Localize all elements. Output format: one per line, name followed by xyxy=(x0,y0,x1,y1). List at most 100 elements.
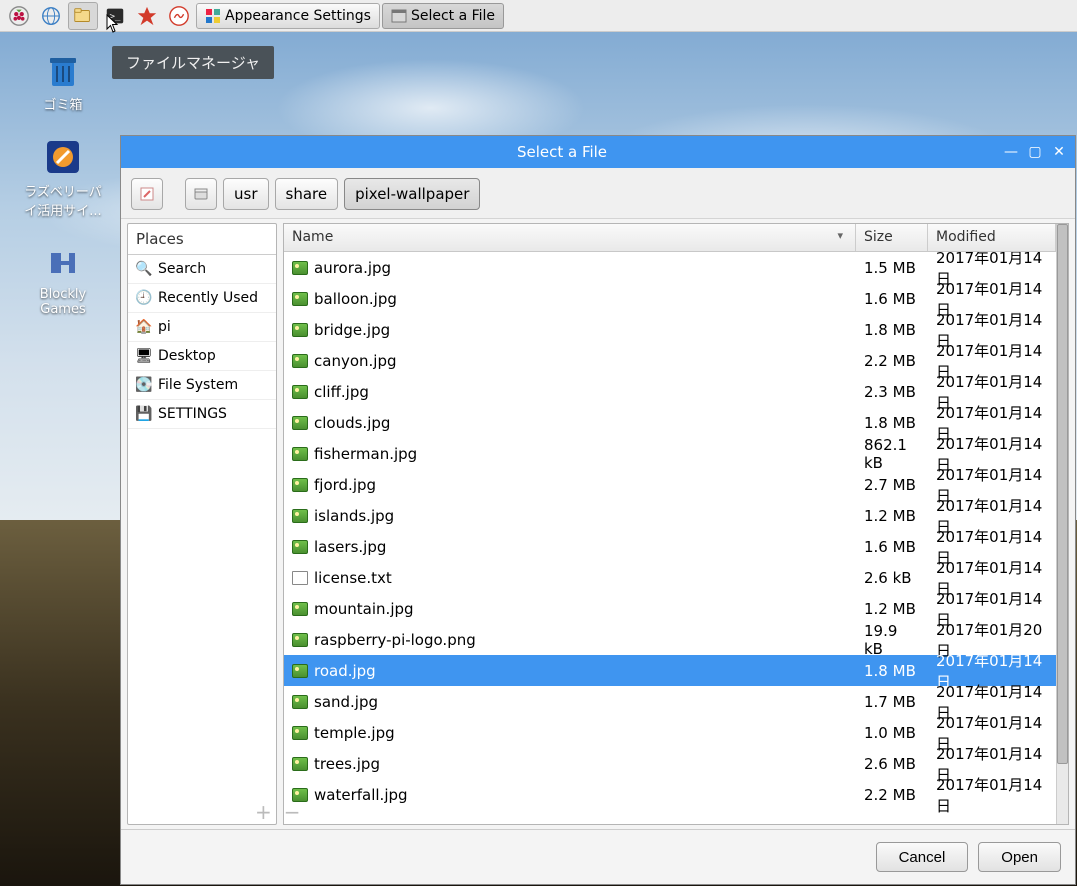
file-size: 1.5 MB xyxy=(856,259,928,277)
crumb-usr[interactable]: usr xyxy=(223,178,269,210)
text-file-icon xyxy=(292,571,308,585)
home-icon: 🏠 xyxy=(136,319,152,335)
scrollbar[interactable] xyxy=(1056,224,1068,824)
add-place-button[interactable]: + xyxy=(255,800,272,824)
trash-icon xyxy=(43,50,83,90)
file-name: canyon.jpg xyxy=(314,352,397,370)
file-size: 2.7 MB xyxy=(856,476,928,494)
file-name: clouds.jpg xyxy=(314,414,390,432)
file-name: road.jpg xyxy=(314,662,376,680)
file-size: 1.6 MB xyxy=(856,538,928,556)
crumb-root[interactable] xyxy=(185,178,217,210)
desktop-icons: ゴミ箱 ラズベリーパイ活用サイ... Blockly Games xyxy=(18,50,108,341)
image-file-icon xyxy=(292,354,308,368)
taskbar-appearance-settings[interactable]: Appearance Settings xyxy=(196,3,380,29)
image-file-icon xyxy=(292,540,308,554)
places-item-pi[interactable]: 🏠 pi xyxy=(128,313,276,342)
file-size: 1.7 MB xyxy=(856,693,928,711)
web-browser-icon[interactable] xyxy=(36,2,66,30)
breadcrumb: usr share pixel-wallpaper xyxy=(121,168,1075,219)
close-icon[interactable]: ✕ xyxy=(1051,144,1067,160)
file-name: raspberry-pi-logo.png xyxy=(314,631,476,649)
image-file-icon xyxy=(292,757,308,771)
image-file-icon xyxy=(292,664,308,678)
places-item-label: Search xyxy=(158,261,206,277)
file-name: balloon.jpg xyxy=(314,290,397,308)
cancel-button[interactable]: Cancel xyxy=(876,842,969,872)
appearance-icon xyxy=(205,8,221,24)
col-modified[interactable]: Modified xyxy=(928,224,1056,251)
places-item-label: pi xyxy=(158,319,171,335)
places-item-label: SETTINGS xyxy=(158,406,227,422)
file-name: temple.jpg xyxy=(314,724,395,742)
blockly-icon xyxy=(43,243,83,283)
file-row[interactable]: waterfall.jpg2.2 MB2017年01月14日 xyxy=(284,779,1056,810)
file-manager-tooltip: ファイルマネージャ xyxy=(112,46,274,79)
desktop-trash[interactable]: ゴミ箱 xyxy=(18,50,108,113)
edit-path-button[interactable] xyxy=(131,178,163,210)
image-file-icon xyxy=(292,447,308,461)
file-size: 1.0 MB xyxy=(856,724,928,742)
file-size: 2.2 MB xyxy=(856,352,928,370)
places-header: Places xyxy=(128,224,276,255)
places-item-file-system[interactable]: 💽 File System xyxy=(128,371,276,400)
file-size: 1.2 MB xyxy=(856,507,928,525)
places-item-search[interactable]: 🔍 Search xyxy=(128,255,276,284)
dialog-body: Places 🔍 Search 🕘Recently Used 🏠 pi 🖥 Desktop 💽… xyxy=(121,219,1075,830)
file-size: 1.8 MB xyxy=(856,662,928,680)
maximize-icon[interactable]: ▢ xyxy=(1027,144,1043,160)
minimize-icon[interactable]: — xyxy=(1003,144,1019,160)
places-item-desktop[interactable]: 🖥 Desktop xyxy=(128,342,276,371)
places-item-label: Desktop xyxy=(158,348,216,364)
file-name: trees.jpg xyxy=(314,755,380,773)
scrollbar-thumb[interactable] xyxy=(1057,224,1068,764)
file-list-panel: Name▾ Size Modified aurora.jpg1.5 MB2017… xyxy=(283,223,1069,825)
image-file-icon xyxy=(292,633,308,647)
disk-icon: 💽 xyxy=(136,377,152,393)
dialog-footer: Cancel Open xyxy=(121,830,1075,884)
desktop-blockly[interactable]: Blockly Games xyxy=(18,243,108,317)
wolfram-icon[interactable] xyxy=(164,2,194,30)
col-name[interactable]: Name▾ xyxy=(284,224,856,251)
image-file-icon xyxy=(292,292,308,306)
file-name: license.txt xyxy=(314,569,392,587)
remove-place-button[interactable]: − xyxy=(284,800,301,824)
places-item-label: File System xyxy=(158,377,238,393)
file-size: 19.9 kB xyxy=(856,622,928,658)
taskbar-select-file[interactable]: Select a File xyxy=(382,3,504,29)
dialog-titlebar[interactable]: Select a File — ▢ ✕ xyxy=(121,136,1075,168)
taskbar: >_ Appearance Settings Select a File xyxy=(0,0,1077,32)
desktop-icon: 🖥 xyxy=(136,348,152,364)
search-icon: 🔍 xyxy=(136,261,152,277)
open-button[interactable]: Open xyxy=(978,842,1061,872)
menu-raspberry-icon[interactable] xyxy=(4,2,34,30)
file-name: islands.jpg xyxy=(314,507,394,525)
desktop-trash-label: ゴミ箱 xyxy=(43,98,82,113)
image-file-icon xyxy=(292,509,308,523)
desktop-raspi-label: ラズベリーパイ活用サイ... xyxy=(24,185,102,219)
file-size: 2.3 MB xyxy=(856,383,928,401)
raspi-bookmark-icon xyxy=(43,137,83,177)
col-size[interactable]: Size xyxy=(856,224,928,251)
file-name: mountain.jpg xyxy=(314,600,414,618)
image-file-icon xyxy=(292,385,308,399)
mathematica-icon[interactable] xyxy=(132,2,162,30)
file-list[interactable]: Name▾ Size Modified aurora.jpg1.5 MB2017… xyxy=(284,224,1056,824)
file-name: fjord.jpg xyxy=(314,476,376,494)
file-size: 2.6 kB xyxy=(856,569,928,587)
image-file-icon xyxy=(292,726,308,740)
file-size: 2.2 MB xyxy=(856,786,928,804)
file-size: 1.8 MB xyxy=(856,321,928,339)
places-item-label: Recently Used xyxy=(158,290,258,306)
places-item-settings[interactable]: 💾SETTINGS xyxy=(128,400,276,429)
file-dialog: Select a File — ▢ ✕ usr share pixel-wall… xyxy=(120,135,1076,885)
places-item-recently-used[interactable]: 🕘Recently Used xyxy=(128,284,276,313)
file-size: 1.2 MB xyxy=(856,600,928,618)
crumb-current[interactable]: pixel-wallpaper xyxy=(344,178,480,210)
image-file-icon xyxy=(292,416,308,430)
desktop-raspi-link[interactable]: ラズベリーパイ活用サイ... xyxy=(18,137,108,219)
image-file-icon xyxy=(292,602,308,616)
crumb-share[interactable]: share xyxy=(275,178,339,210)
file-manager-icon[interactable] xyxy=(68,2,98,30)
taskbar-appearance-label: Appearance Settings xyxy=(225,8,371,24)
